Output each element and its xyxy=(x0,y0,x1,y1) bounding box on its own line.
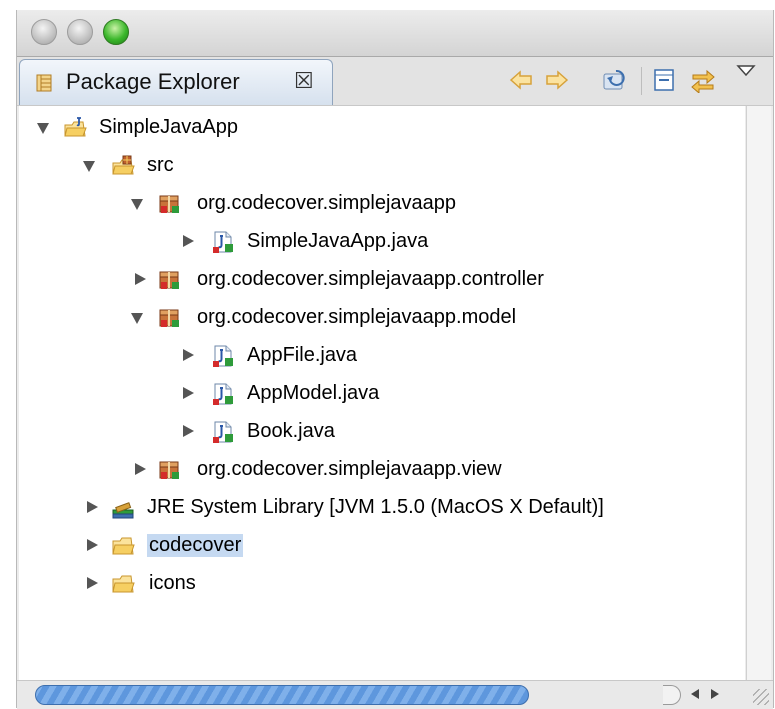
package-icon xyxy=(159,271,179,289)
package-explorer-icon xyxy=(36,74,52,92)
scroll-track-end xyxy=(663,685,681,705)
scroll-right-icon[interactable] xyxy=(711,689,719,699)
tree-item-package[interactable]: org.codecover.simplejavaapp xyxy=(19,188,719,220)
java-file-icon xyxy=(213,421,233,443)
tree-item-java-file[interactable]: SimpleJavaApp.java xyxy=(19,226,719,258)
close-button[interactable] xyxy=(31,19,57,45)
tree-item-project[interactable]: SimpleJavaApp xyxy=(19,112,719,144)
collapsed-arrow-icon[interactable] xyxy=(135,273,146,285)
zoom-button[interactable] xyxy=(103,19,129,45)
tree-item-label: org.codecover.simplejavaapp.controller xyxy=(197,268,544,290)
expanded-arrow-icon[interactable] xyxy=(83,161,95,172)
java-file-icon xyxy=(213,231,233,253)
tree-item-folder-icons[interactable]: icons xyxy=(19,568,719,600)
tree-item-label: icons xyxy=(149,572,196,594)
expanded-arrow-icon[interactable] xyxy=(37,123,49,134)
folder-icon xyxy=(112,575,135,593)
library-icon xyxy=(112,502,134,519)
java-project-icon xyxy=(64,117,87,137)
tab-package-explorer[interactable]: Package Explorer ☒ xyxy=(19,59,333,105)
view-tab-bar: Package Explorer ☒ xyxy=(17,57,773,106)
tree-item-src[interactable]: src xyxy=(19,150,719,182)
tree-item-java-file[interactable]: AppModel.java xyxy=(19,378,719,410)
back-icon[interactable] xyxy=(507,67,535,93)
collapse-all-icon[interactable] xyxy=(651,67,679,93)
tree-item-label: org.codecover.simplejavaapp xyxy=(197,192,457,214)
package-tree[interactable]: SimpleJavaApp src org.codecover.simpleja… xyxy=(19,106,745,680)
collapsed-arrow-icon[interactable] xyxy=(87,539,98,551)
tree-item-label: Book.java xyxy=(247,420,335,442)
collapsed-arrow-icon[interactable] xyxy=(183,387,194,399)
vertical-scrollbar[interactable] xyxy=(746,106,771,680)
tree-item-label: AppModel.java xyxy=(247,382,380,404)
forward-icon[interactable] xyxy=(543,67,571,93)
tree-item-label-selected: codecover xyxy=(147,534,244,557)
tree-item-package[interactable]: org.codecover.simplejavaapp.controller xyxy=(19,264,719,296)
collapsed-arrow-icon[interactable] xyxy=(135,463,146,475)
tree-item-java-file[interactable]: AppFile.java xyxy=(19,340,719,372)
collapsed-arrow-icon[interactable] xyxy=(87,501,98,513)
toolbar-separator xyxy=(641,67,642,95)
collapsed-arrow-icon[interactable] xyxy=(183,235,194,247)
tree-item-label: src xyxy=(147,154,174,176)
view-menu-icon[interactable] xyxy=(735,61,757,79)
expanded-arrow-icon[interactable] xyxy=(131,199,143,210)
package-icon xyxy=(159,461,179,479)
tree-item-label: org.codecover.simplejavaapp.view xyxy=(197,458,502,480)
folder-icon xyxy=(112,537,135,555)
horizontal-scrollbar[interactable] xyxy=(17,680,773,709)
tree-item-label: SimpleJavaApp xyxy=(99,116,238,138)
link-with-editor-icon[interactable] xyxy=(689,67,717,93)
tree-item-package[interactable]: org.codecover.simplejavaapp.view xyxy=(19,454,719,486)
package-icon xyxy=(159,309,179,327)
minimize-button[interactable] xyxy=(67,19,93,45)
source-folder-icon xyxy=(112,155,135,175)
title-bar[interactable] xyxy=(17,10,773,57)
scroll-left-icon[interactable] xyxy=(691,689,699,699)
tree-item-jre-library[interactable]: JRE System Library [JVM 1.5.0 (MacOS X D… xyxy=(19,492,739,524)
tree-item-package[interactable]: org.codecover.simplejavaapp.model xyxy=(19,302,719,334)
tree-item-label: SimpleJavaApp.java xyxy=(247,230,429,252)
horizontal-scroll-thumb[interactable] xyxy=(35,685,529,705)
tab-title: Package Explorer xyxy=(66,69,240,94)
tree-item-label: AppFile.java xyxy=(247,344,358,366)
resize-grip-icon[interactable] xyxy=(753,689,769,705)
tab-close-icon[interactable]: ☒ xyxy=(294,69,314,93)
collapsed-arrow-icon[interactable] xyxy=(183,425,194,437)
collapsed-arrow-icon[interactable] xyxy=(183,349,194,361)
tree-item-folder-codecover[interactable]: codecover xyxy=(19,530,719,562)
java-file-icon xyxy=(213,345,233,367)
expanded-arrow-icon[interactable] xyxy=(131,313,143,324)
tree-item-label: JRE System Library [JVM 1.5.0 (MacOS X D… xyxy=(147,496,604,518)
collapsed-arrow-icon[interactable] xyxy=(87,577,98,589)
java-file-icon xyxy=(213,383,233,405)
package-explorer-window: Package Explorer ☒ SimpleJavaApp src org… xyxy=(16,10,774,709)
up-icon[interactable] xyxy=(601,67,629,93)
tree-item-label: org.codecover.simplejavaapp.model xyxy=(197,306,517,328)
tree-item-java-file[interactable]: Book.java xyxy=(19,416,719,448)
package-icon xyxy=(159,195,179,213)
